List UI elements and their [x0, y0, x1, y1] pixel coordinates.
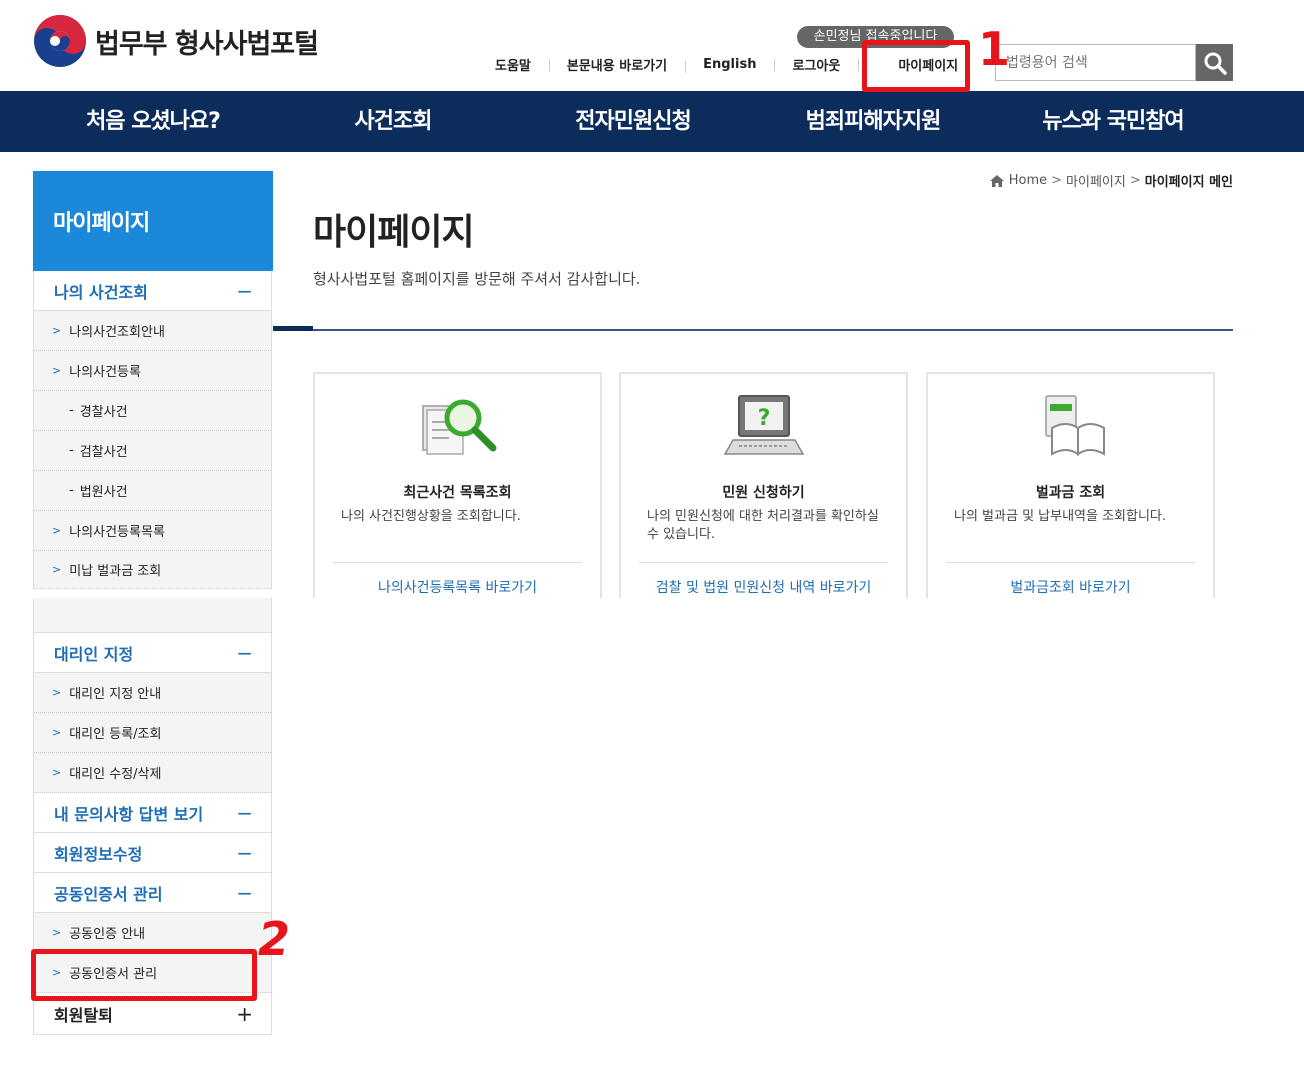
card-link[interactable]: 벌과금조회 바로가기	[928, 577, 1213, 597]
expand-icon: +	[236, 1001, 253, 1026]
sidebar-section-inquiry-answers[interactable]: 내 문의사항 답변 보기 −	[34, 793, 271, 833]
book-card-icon	[1044, 395, 1105, 456]
sidebar-item-proxy-guide[interactable]: > 대리인 지정 안내	[34, 673, 271, 713]
sidebar-item-label: 미납 벌과금 조회	[69, 564, 162, 579]
annotation-number-1: 1	[978, 22, 1011, 76]
chevron-right-icon: >	[52, 766, 62, 779]
sidebar-sub-label: 검찰사건	[79, 445, 128, 460]
card-recent-cases: 최근사건 목록조회 나의 사건진행상황을 조회합니다. 나의사건등록목록 바로가…	[313, 372, 602, 598]
title-divider	[273, 329, 1233, 331]
chevron-right-icon: >	[52, 926, 62, 939]
chevron-right-icon: >	[1051, 173, 1063, 188]
logout-link[interactable]: 로그아웃	[774, 55, 858, 74]
card-title: 벌과금 조회	[1035, 485, 1106, 501]
card-title: 최근사건 목록조회	[403, 485, 512, 501]
sidebar-item-label: 나의사건등록	[69, 365, 141, 380]
sidebar-group-1: 나의 사건조회 − > 나의사건조회안내 > 나의사건등록 - 경찰사건 - 검찰사건 -…	[33, 271, 272, 589]
skip-to-content-link[interactable]: 본문내용 바로가기	[548, 55, 685, 74]
collapse-icon: −	[236, 278, 253, 303]
title-divider-accent	[273, 326, 313, 331]
sidebar-item-label: 대리인 수정/삭제	[69, 767, 162, 782]
svg-text:?: ?	[757, 406, 770, 431]
breadcrumb-current: 마이페이지 메인	[1144, 175, 1233, 190]
sidebar-cut-row	[33, 598, 272, 633]
chevron-right-icon: >	[1129, 173, 1141, 188]
breadcrumb-mypage[interactable]: 마이페이지	[1066, 171, 1126, 190]
card-link[interactable]: 검찰 및 법원 민원신청 내역 바로가기	[621, 577, 906, 597]
chevron-right-icon: >	[52, 364, 62, 377]
sidebar-section-certificate[interactable]: 공동인증서 관리 −	[34, 873, 271, 913]
search-button[interactable]	[1196, 44, 1233, 81]
chevron-right-icon: >	[52, 324, 62, 337]
sidebar-title: 마이페이지	[33, 171, 273, 271]
highlight-box-mypage	[862, 40, 970, 92]
sidebar-item-proxy-register[interactable]: > 대리인 등록/조회	[34, 713, 271, 753]
highlight-box-cert-manage	[31, 949, 257, 1001]
chevron-right-icon: >	[52, 726, 62, 739]
nav-first-visit[interactable]: 처음 오셨나요?	[33, 91, 273, 152]
search-input[interactable]	[995, 44, 1196, 81]
sidebar-item-case-register[interactable]: > 나의사건등록	[34, 351, 271, 391]
sidebar-item-cert-guide[interactable]: > 공동인증 안내	[34, 913, 271, 953]
card-fines: 벌과금 조회 나의 벌과금 및 납부내역을 조회합니다. 벌과금조회 바로가기	[926, 372, 1215, 598]
collapse-icon: −	[236, 640, 253, 665]
sidebar-sub-police[interactable]: - 경찰사건	[34, 391, 271, 431]
sidebar-item-label: 나의사건등록목록	[69, 525, 165, 540]
sidebar-sub-label: 법원사건	[79, 485, 128, 500]
search-icon	[1204, 52, 1227, 75]
home-icon	[989, 174, 1004, 187]
collapse-icon: −	[236, 800, 253, 825]
breadcrumb-home[interactable]: Home	[1009, 173, 1047, 188]
english-link[interactable]: English	[685, 57, 774, 73]
page-description: 형사사법포털 홈페이지를 방문해 주셔서 감사합니다.	[313, 270, 641, 288]
section-label: 내 문의사항 답변 보기	[54, 804, 204, 824]
section-label: 회원탈퇴	[54, 1005, 113, 1025]
sidebar-item-label: 대리인 지정 안내	[69, 687, 162, 702]
card-description: 나의 사건진행상황을 조회합니다.	[341, 509, 521, 524]
sidebar-item-label: 나의사건조회안내	[69, 325, 165, 340]
sidebar-section-my-cases[interactable]: 나의 사건조회 −	[34, 271, 271, 311]
nav-e-petition[interactable]: 전자민원신청	[513, 91, 753, 152]
card-description: 나의 벌과금 및 납부내역을 조회합니다.	[954, 509, 1167, 524]
main-nav: 처음 오셨나요? 사건조회 전자민원신청 범죄피해자지원 뉴스와 국민참여	[0, 91, 1304, 152]
sidebar-sub-prosecution[interactable]: - 검찰사건	[34, 431, 271, 471]
annotation-number-2: 2	[258, 912, 291, 966]
card-petition: ? 민원 신청하기 나의 민원신청에 대한 처리결과를 확인하실 수 있습니다.…	[619, 372, 908, 598]
sidebar-item-case-guide[interactable]: > 나의사건조회안내	[34, 311, 271, 351]
chevron-right-icon: >	[52, 524, 62, 537]
breadcrumb: Home > 마이페이지 > 마이페이지 메인	[989, 171, 1233, 190]
sidebar-sub-court[interactable]: - 법원사건	[34, 471, 271, 511]
sidebar-section-proxy[interactable]: 대리인 지정 −	[34, 633, 271, 673]
chevron-right-icon: >	[52, 686, 62, 699]
help-link[interactable]: 도움말	[477, 55, 549, 74]
page-title: 마이페이지	[313, 212, 475, 253]
sidebar-item-proxy-edit[interactable]: > 대리인 수정/삭제	[34, 753, 271, 793]
collapse-icon: −	[236, 840, 253, 865]
nav-case-inquiry[interactable]: 사건조회	[273, 91, 513, 152]
sidebar-item-label: 공동인증 안내	[69, 927, 146, 942]
sidebar-item-unpaid-fines[interactable]: > 미납 벌과금 조회	[34, 551, 271, 589]
collapse-icon: −	[236, 880, 253, 905]
section-label: 회원정보수정	[54, 844, 143, 864]
sidebar-item-case-list[interactable]: > 나의사건등록목록	[34, 511, 271, 551]
card-title: 민원 신청하기	[722, 485, 805, 501]
card-link[interactable]: 나의사건등록목록 바로가기	[315, 577, 600, 597]
sidebar-section-edit-profile[interactable]: 회원정보수정 −	[34, 833, 271, 873]
government-emblem-icon	[34, 15, 86, 67]
nav-victim-support[interactable]: 범죄피해자지원	[753, 91, 993, 152]
magnifier-document-icon	[421, 399, 496, 455]
card-description: 나의 민원신청에 대한 처리결과를 확인하실 수 있습니다.	[647, 509, 879, 542]
site-logo[interactable]: 법무부 형사사법포털	[33, 14, 319, 68]
chevron-right-icon: >	[52, 563, 62, 576]
nav-news-participation[interactable]: 뉴스와 국민참여	[993, 91, 1233, 152]
section-label: 공동인증서 관리	[54, 884, 163, 904]
sidebar-sub-label: 경찰사건	[79, 405, 128, 420]
section-label: 나의 사건조회	[54, 282, 148, 302]
section-label: 대리인 지정	[54, 644, 134, 664]
laptop-question-icon: ?	[723, 395, 804, 455]
logo-text: 법무부 형사사법포털	[95, 28, 319, 60]
sidebar-item-label: 대리인 등록/조회	[69, 727, 162, 742]
